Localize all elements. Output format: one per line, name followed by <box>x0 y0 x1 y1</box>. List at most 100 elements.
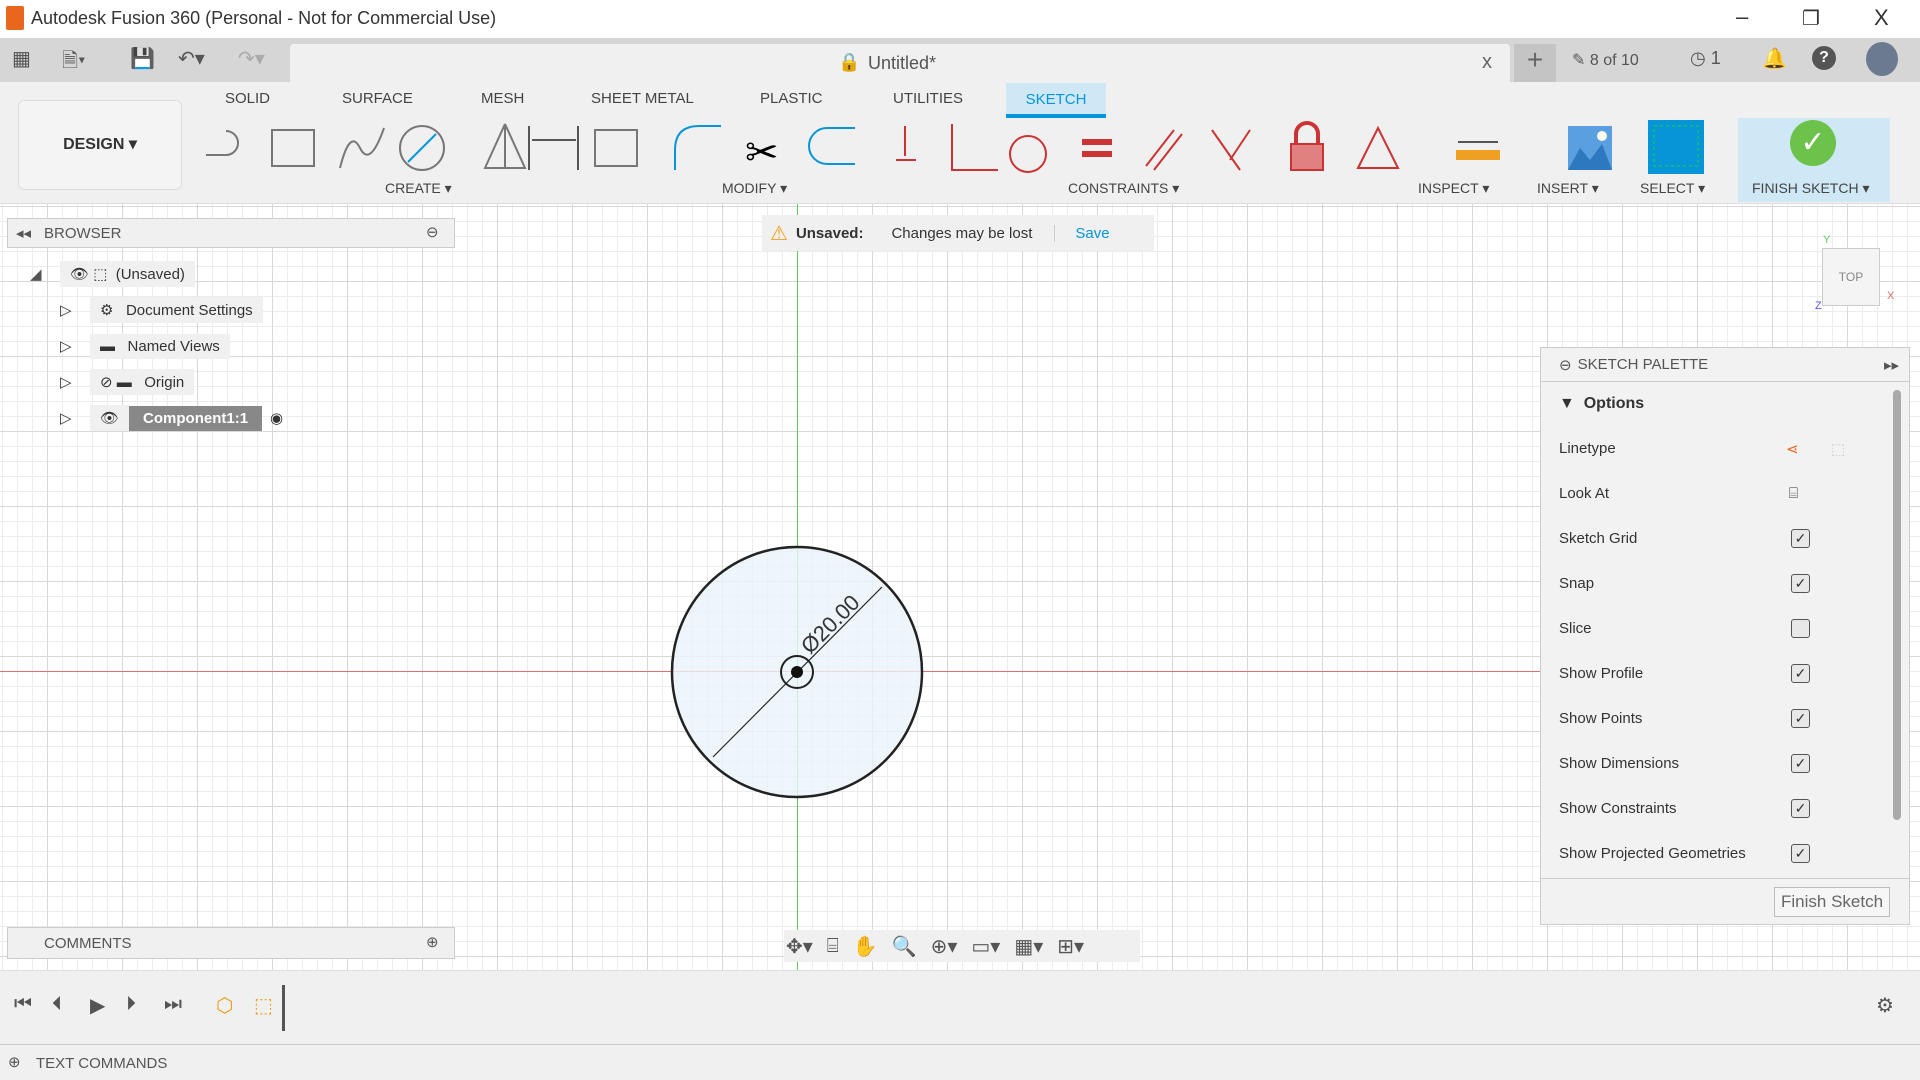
orbit-icon[interactable]: ✥▾ <box>786 934 813 959</box>
file-menu-icon[interactable]: 🗎▾ <box>62 46 85 80</box>
redo-icon[interactable]: ↷▾ <box>238 46 265 71</box>
viewports-icon[interactable]: ⊞▾ <box>1057 934 1084 959</box>
look-at-nav-icon[interactable]: ⌸ <box>827 935 839 958</box>
tab-surface[interactable]: SURFACE <box>342 90 413 107</box>
triangle-constraint-icon[interactable] <box>1356 125 1400 169</box>
expand-icon[interactable]: ▷ <box>60 337 90 355</box>
centerline-icon[interactable]: ⬚ <box>1831 440 1845 458</box>
look-at-icon[interactable]: ⌸ <box>1789 485 1798 502</box>
timeline-settings-gear-icon[interactable]: ⚙ <box>1876 993 1894 1018</box>
job-status[interactable]: ✎ 8 of 10 <box>1572 50 1639 70</box>
collapse-browser-icon[interactable]: ◂◂ <box>16 224 31 242</box>
construction-linetype-icon[interactable]: ⋖ <box>1786 440 1799 458</box>
tab-mesh[interactable]: MESH <box>481 90 524 107</box>
parallel-constraint-icon[interactable] <box>1145 129 1183 171</box>
inspect-menu[interactable]: INSPECT ▾ <box>1418 180 1489 197</box>
pan-icon[interactable]: ✋ <box>853 934 878 959</box>
viewport-canvas[interactable]: Ø20.00 ⚠ Unsaved: Changes may be lost Sa… <box>0 204 1920 970</box>
slice-checkbox[interactable] <box>1791 619 1810 638</box>
show-constraints-checkbox[interactable]: ✓ <box>1791 799 1810 818</box>
perpendicular-constraint-icon[interactable] <box>951 124 998 171</box>
restore-button[interactable]: ❐ <box>1802 6 1820 31</box>
modify-menu[interactable]: MODIFY ▾ <box>722 180 787 197</box>
timeline-component-icon[interactable]: ⬡ <box>216 993 233 1018</box>
tab-sketch[interactable]: SKETCH <box>1006 83 1106 118</box>
save-link[interactable]: Save <box>1054 224 1110 242</box>
workspace-dropdown[interactable]: DESIGN ▾ <box>18 100 182 190</box>
close-tab-button[interactable]: x <box>1482 51 1492 74</box>
activate-radio-icon[interactable]: ◉ <box>270 409 283 427</box>
tab-utilities[interactable]: UTILITIES <box>893 90 963 107</box>
save-icon[interactable]: 💾 <box>130 46 155 71</box>
tree-item-document-settings[interactable]: ▷ ⚙ Document Settings <box>60 295 283 325</box>
expand-icon[interactable]: ▷ <box>60 301 90 319</box>
lock-constraint-icon[interactable] <box>1294 121 1320 144</box>
tree-item-named-views[interactable]: ▷ ▬ Named Views <box>60 331 283 361</box>
expand-icon[interactable]: ▷ <box>60 409 90 427</box>
sketch-geometry[interactable]: Ø20.00 <box>660 540 940 810</box>
tab-sheet-metal[interactable]: SHEET METAL <box>591 90 694 107</box>
sketch-grid-checkbox[interactable]: ✓ <box>1791 529 1810 548</box>
next-step-icon[interactable]: ⏵ <box>126 993 136 1016</box>
display-settings-icon[interactable]: ▭▾ <box>971 934 1000 959</box>
expand-icon[interactable]: ▷ <box>60 373 90 391</box>
tab-plastic[interactable]: PLASTIC <box>760 90 823 107</box>
close-window-button[interactable]: X <box>1874 5 1889 31</box>
play-icon[interactable]: ▶ <box>90 993 105 1018</box>
timeline-marker[interactable] <box>282 985 285 1031</box>
fix-constraint-icon[interactable] <box>896 126 916 161</box>
finish-sketch-menu[interactable]: FINISH SKETCH ▾ <box>1752 180 1869 197</box>
avatar[interactable] <box>1866 42 1898 76</box>
tree-item-origin[interactable]: ▷ ⊘ ▬ Origin <box>60 367 283 397</box>
rectangle-tool-icon[interactable] <box>271 129 315 167</box>
dimension-tool-icon[interactable] <box>528 126 579 170</box>
viewcube[interactable]: TOP <box>1822 248 1880 306</box>
offset-tool-icon[interactable] <box>808 127 855 165</box>
spline-tool-icon[interactable] <box>339 127 385 169</box>
show-dimensions-checkbox[interactable]: ✓ <box>1791 754 1810 773</box>
show-profile-checkbox[interactable]: ✓ <box>1791 664 1810 683</box>
apps-grid-icon[interactable]: ▦ <box>12 46 31 71</box>
browser-minimize-icon[interactable]: ⊖ <box>426 223 439 241</box>
show-projected-geometries-checkbox[interactable]: ✓ <box>1791 844 1810 863</box>
line-tool-icon[interactable] <box>206 130 239 156</box>
create-menu[interactable]: CREATE ▾ <box>385 180 452 197</box>
equal-constraint-icon[interactable] <box>1082 139 1112 157</box>
zoom-icon[interactable]: 🔍 <box>892 934 917 959</box>
tree-item-root[interactable]: ◢ 👁 ⬚ (Unsaved) <box>30 259 283 289</box>
clock-icon[interactable]: ◷ 1 <box>1690 48 1721 69</box>
collinear-constraint-icon[interactable] <box>1211 129 1251 171</box>
insert-image-icon[interactable] <box>1568 126 1612 170</box>
help-icon[interactable]: ? <box>1812 46 1836 70</box>
document-tab[interactable]: 🔒 Untitled* x <box>290 44 1510 82</box>
bell-icon[interactable]: 🔔 <box>1762 46 1787 71</box>
timeline-sketch-icon[interactable]: ⬚ <box>254 993 273 1018</box>
tab-solid[interactable]: SOLID <box>225 90 270 107</box>
snap-checkbox[interactable]: ✓ <box>1791 574 1810 593</box>
previous-step-icon[interactable]: ⏴ <box>52 993 62 1016</box>
palette-scrollbar[interactable] <box>1893 390 1901 820</box>
insert-menu[interactable]: INSERT ▾ <box>1537 180 1599 197</box>
mirror-tool-icon[interactable] <box>483 123 527 169</box>
select-menu[interactable]: SELECT ▾ <box>1640 180 1705 197</box>
constraints-menu[interactable]: CONSTRAINTS ▾ <box>1068 180 1179 197</box>
fit-icon[interactable]: ⊕▾ <box>931 934 958 959</box>
palette-minimize-icon[interactable]: ⊖ <box>1559 356 1572 374</box>
measure-tool-icon[interactable] <box>1456 141 1500 160</box>
eye-icon[interactable]: 👁 <box>90 405 130 431</box>
fillet-tool-icon[interactable] <box>674 125 721 170</box>
minimize-button[interactable]: – <box>1736 4 1748 30</box>
point-tool-icon[interactable] <box>594 129 638 167</box>
tree-item-component[interactable]: ▷ 👁 Component1:1 ◉ <box>60 403 283 433</box>
expand-text-commands-icon[interactable]: ⊕ <box>8 1053 21 1071</box>
show-points-checkbox[interactable]: ✓ <box>1791 709 1810 728</box>
trim-tool-icon[interactable]: ✂ <box>745 131 779 175</box>
options-section-header[interactable]: ▼ Options <box>1541 382 1909 426</box>
grid-settings-icon[interactable]: ▦▾ <box>1014 934 1043 959</box>
undo-icon[interactable]: ↶▾ <box>178 46 205 71</box>
last-step-icon[interactable]: ⏭ <box>164 993 182 1016</box>
select-tool-icon[interactable] <box>1648 120 1704 174</box>
text-commands-bar[interactable]: ⊕ TEXT COMMANDS <box>0 1044 1920 1080</box>
finish-sketch-palette-button[interactable]: Finish Sketch <box>1774 887 1891 917</box>
new-tab-button[interactable]: + <box>1514 44 1556 82</box>
